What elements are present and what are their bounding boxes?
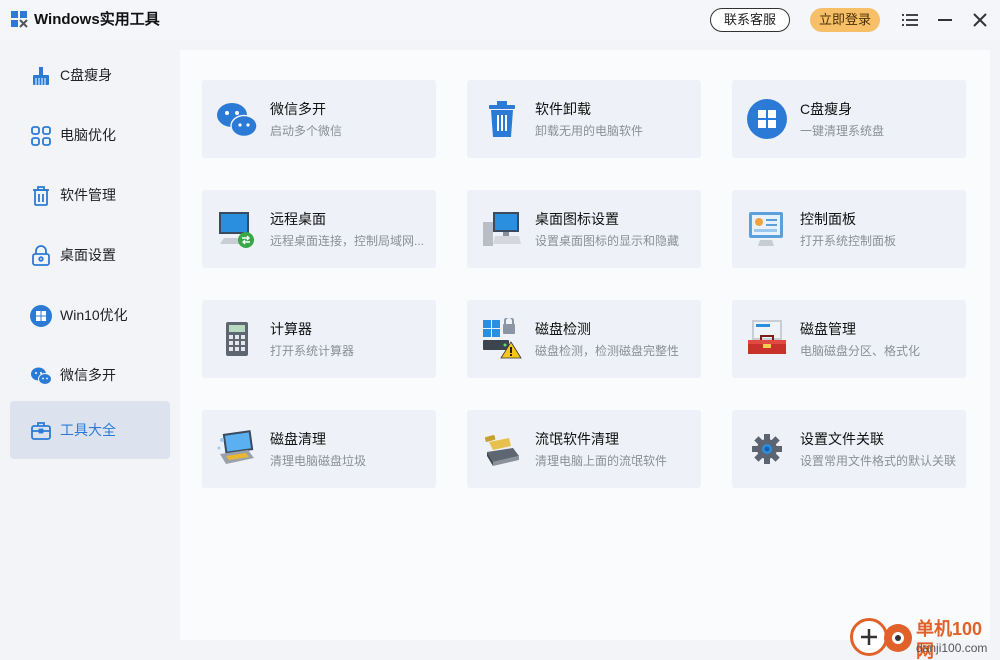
card-description: 一键清理系统盘	[800, 124, 885, 138]
watermark-site-url: danji100.com	[916, 641, 988, 655]
contact-support-button[interactable]: 联系客服	[710, 8, 790, 32]
tool-card-control-panel[interactable]: 控制面板 打开系统控制面板	[732, 190, 966, 268]
app-logo-icon	[11, 11, 28, 28]
control-panel-icon	[749, 212, 783, 246]
sidebar-item-label: 软件管理	[60, 187, 116, 203]
card-description: 设置常用文件格式的默认关联	[800, 454, 957, 468]
tool-card-remote-desktop[interactable]: 远程桌面 远程桌面连接，控制局域网...	[202, 190, 436, 268]
disk-manage-icon	[748, 320, 786, 354]
wechat-icon	[31, 367, 52, 385]
card-title: 计算器	[270, 321, 312, 337]
sidebar-item-label: Win10优化	[60, 307, 128, 323]
card-description: 打开系统计算器	[270, 344, 355, 358]
card-title: C盘瘦身	[800, 101, 853, 117]
sidebar-item-label: 桌面设置	[60, 247, 116, 263]
sidebar-item-win10[interactable]: Win10优化	[10, 286, 170, 344]
sidebar-item-software[interactable]: 软件管理	[10, 166, 170, 224]
windows-icon	[30, 305, 52, 327]
card-description: 启动多个微信	[270, 124, 343, 138]
title-bar: Windows实用工具 联系客服 立即登录	[0, 0, 1000, 40]
card-title: 设置文件关联	[800, 431, 884, 447]
sidebar-item-desktop[interactable]: 桌面设置	[10, 226, 170, 284]
menu-icon[interactable]	[900, 10, 920, 30]
sidebar: C盘瘦身 电脑优化 软件管理 桌面设置 Win10优化 微信多开 工具大全	[0, 40, 180, 660]
app-title: Windows实用工具	[34, 11, 160, 28]
card-title: 远程桌面	[270, 211, 326, 227]
plus-icon	[861, 629, 877, 645]
card-description: 清理电脑磁盘垃圾	[270, 454, 367, 468]
card-description: 设置桌面图标的显示和隐藏	[535, 234, 680, 248]
remote-desktop-icon	[219, 212, 254, 248]
tool-card-disk-manage[interactable]: 磁盘管理 电脑磁盘分区、格式化	[732, 300, 966, 378]
card-title: 磁盘检测	[535, 321, 591, 337]
tool-card-wechat-multi[interactable]: 微信多开 启动多个微信	[202, 80, 436, 158]
sidebar-item-label: 微信多开	[60, 367, 116, 383]
card-description: 电脑磁盘分区、格式化	[800, 344, 921, 358]
minimize-icon[interactable]	[935, 10, 955, 30]
tool-card-uninstall[interactable]: 软件卸载 卸载无用的电脑软件	[467, 80, 701, 158]
card-description: 卸载无用的电脑软件	[535, 124, 644, 138]
login-button[interactable]: 立即登录	[810, 8, 880, 32]
card-title: 桌面图标设置	[535, 211, 619, 227]
card-title: 磁盘清理	[270, 431, 326, 447]
card-description: 磁盘检测，检测磁盘完整性	[535, 344, 680, 358]
card-title: 磁盘管理	[800, 321, 856, 337]
trash-icon	[489, 101, 515, 137]
sidebar-item-c-drive[interactable]: C盘瘦身	[10, 46, 170, 104]
tools-panel: 微信多开 启动多个微信 软件卸载 卸载无用的电脑软件 C盘瘦身 一键清理系统盘	[180, 50, 990, 640]
tool-card-rogue-cleanup[interactable]: 流氓软件清理 清理电脑上面的流氓软件	[467, 410, 701, 488]
broom-icon	[33, 67, 49, 85]
lock-icon	[32, 245, 50, 266]
watermark-dot-icon	[884, 624, 912, 652]
sidebar-item-label: C盘瘦身	[60, 67, 113, 83]
wechat-icon	[217, 103, 258, 138]
card-description: 远程桌面连接，控制局域网...	[270, 234, 425, 248]
drive-clean-icon	[484, 434, 519, 466]
toolbox-icon	[31, 422, 51, 440]
desktop-computer-icon	[483, 212, 521, 246]
watermark-logo: 单机100网 danji100.com	[850, 616, 1000, 660]
sidebar-item-optimize[interactable]: 电脑优化	[10, 106, 170, 164]
sidebar-item-label: 电脑优化	[60, 127, 116, 143]
card-title: 控制面板	[800, 211, 856, 227]
close-icon[interactable]	[970, 10, 990, 30]
card-title: 微信多开	[270, 101, 326, 117]
gear-icon	[752, 434, 782, 464]
tool-card-disk-cleanup[interactable]: 磁盘清理 清理电脑磁盘垃圾	[202, 410, 436, 488]
sidebar-item-wechat[interactable]: 微信多开	[10, 346, 170, 404]
windows-icon	[747, 99, 787, 139]
tool-card-desktop-icons[interactable]: 桌面图标设置 设置桌面图标的显示和隐藏	[467, 190, 701, 268]
trash-icon	[33, 186, 49, 206]
tool-card-disk-check[interactable]: 磁盘检测 磁盘检测，检测磁盘完整性	[467, 300, 701, 378]
card-description: 打开系统控制面板	[800, 234, 897, 248]
sidebar-item-tools[interactable]: 工具大全	[10, 401, 170, 459]
card-description: 清理电脑上面的流氓软件	[535, 454, 668, 468]
tool-card-calculator[interactable]: 计算器 打开系统计算器	[202, 300, 436, 378]
disk-cleanup-icon	[217, 430, 254, 464]
sidebar-item-label: 工具大全	[60, 422, 116, 438]
tool-card-file-association[interactable]: 设置文件关联 设置常用文件格式的默认关联	[732, 410, 966, 488]
disk-check-icon	[483, 318, 522, 359]
tool-card-c-drive[interactable]: C盘瘦身 一键清理系统盘	[732, 80, 966, 158]
card-title: 软件卸载	[535, 101, 591, 117]
card-title: 流氓软件清理	[535, 431, 619, 447]
grid-icon	[31, 126, 51, 146]
calculator-icon	[226, 322, 248, 356]
